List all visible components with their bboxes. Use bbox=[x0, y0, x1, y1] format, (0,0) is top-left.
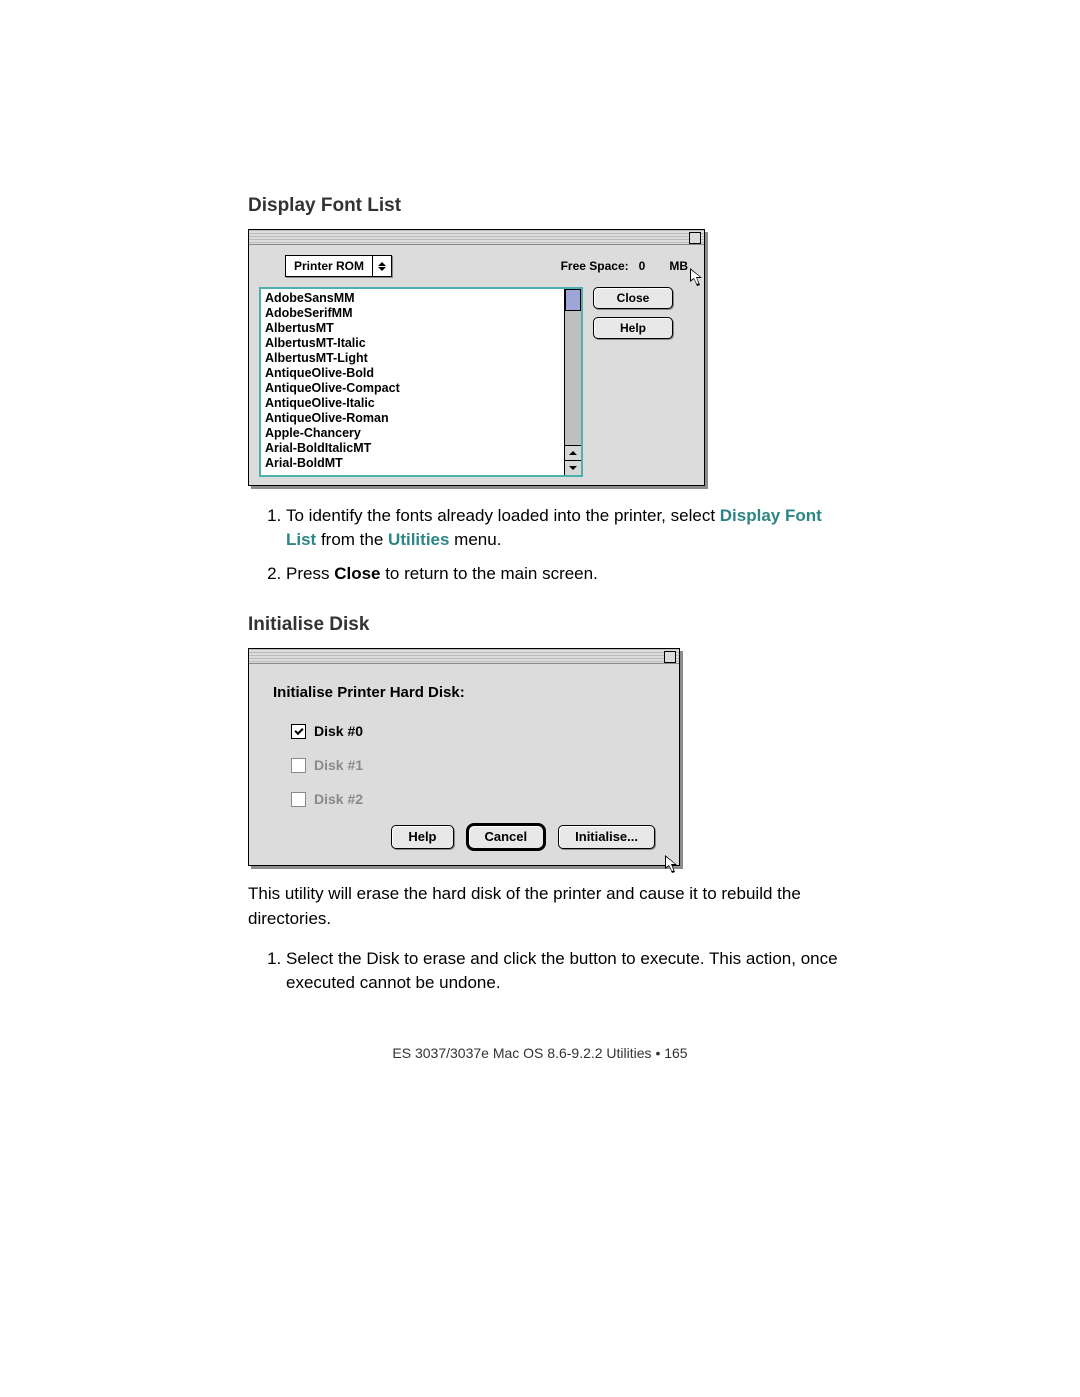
initialise-button[interactable]: Initialise... bbox=[558, 825, 655, 849]
scrollbar[interactable] bbox=[564, 289, 581, 475]
disk-option[interactable]: Disk #0 bbox=[291, 723, 655, 739]
dropdown-label: Printer ROM bbox=[286, 256, 373, 276]
heading-display-font-list: Display Font List bbox=[248, 195, 840, 217]
heading-initialise-disk: Initialise Disk bbox=[248, 614, 840, 636]
disk-option: Disk #2 bbox=[291, 791, 655, 807]
display-font-list-steps: To identify the fonts already loaded int… bbox=[248, 504, 840, 586]
free-space-readout: Free Space: 0 MB bbox=[561, 259, 688, 273]
font-list-item[interactable]: AntiqueOlive-Roman bbox=[265, 411, 560, 426]
font-list-item[interactable]: AlbertusMT bbox=[265, 321, 560, 336]
font-list-item[interactable]: Apple-Chancery bbox=[265, 426, 560, 441]
disk-label: Disk #1 bbox=[314, 757, 363, 773]
checkbox bbox=[291, 758, 306, 773]
window-initialise-disk: Initialise Printer Hard Disk: Disk #0 Dis… bbox=[248, 648, 680, 866]
titlebar[interactable] bbox=[249, 649, 679, 664]
step-1: To identify the fonts already loaded int… bbox=[286, 504, 840, 552]
font-list-item[interactable]: Arial-BoldItalicMT bbox=[265, 441, 560, 456]
disk-label: Disk #0 bbox=[314, 723, 363, 739]
scroll-down-icon[interactable] bbox=[565, 460, 581, 475]
step-1: Select the Disk to erase and click the b… bbox=[286, 947, 840, 995]
font-list-item[interactable]: AdobeSansMM bbox=[265, 291, 560, 306]
initialise-description: This utility will erase the hard disk of… bbox=[248, 882, 840, 930]
font-list-item[interactable]: AntiqueOlive-Bold bbox=[265, 366, 560, 381]
font-list-item[interactable]: AntiqueOlive-Compact bbox=[265, 381, 560, 396]
scroll-up-icon[interactable] bbox=[565, 445, 581, 460]
dropdown-arrows-icon bbox=[373, 262, 391, 271]
source-dropdown[interactable]: Printer ROM bbox=[285, 255, 392, 277]
font-list-item[interactable]: AlbertusMT-Light bbox=[265, 351, 560, 366]
disk-label: Disk #2 bbox=[314, 791, 363, 807]
font-list-item[interactable]: AntiqueOlive-Italic bbox=[265, 396, 560, 411]
page-footer: ES 3037/3037e Mac OS 8.6-9.2.2 Utilities… bbox=[0, 1045, 1080, 1061]
initialise-prompt: Initialise Printer Hard Disk: bbox=[273, 684, 655, 701]
close-button[interactable]: Close bbox=[593, 287, 673, 309]
checkbox[interactable] bbox=[291, 724, 306, 739]
step-2: Press Close to return to the main screen… bbox=[286, 562, 840, 586]
cancel-button[interactable]: Cancel bbox=[468, 825, 545, 849]
scroll-thumb[interactable] bbox=[565, 289, 581, 311]
help-button[interactable]: Help bbox=[391, 825, 453, 849]
help-button[interactable]: Help bbox=[593, 317, 673, 339]
window-font-list: Printer ROM Free Space: 0 MB AdobeSansMM… bbox=[248, 229, 705, 486]
initialise-steps: Select the Disk to erase and click the b… bbox=[248, 947, 840, 995]
font-list-item[interactable]: AlbertusMT-Italic bbox=[265, 336, 560, 351]
font-listbox[interactable]: AdobeSansMMAdobeSerifMMAlbertusMTAlbertu… bbox=[259, 287, 583, 477]
disk-option: Disk #1 bbox=[291, 757, 655, 773]
font-list-item[interactable]: Arial-BoldMT bbox=[265, 456, 560, 471]
checkbox bbox=[291, 792, 306, 807]
titlebar[interactable] bbox=[249, 230, 704, 245]
font-list-item[interactable]: AdobeSerifMM bbox=[265, 306, 560, 321]
